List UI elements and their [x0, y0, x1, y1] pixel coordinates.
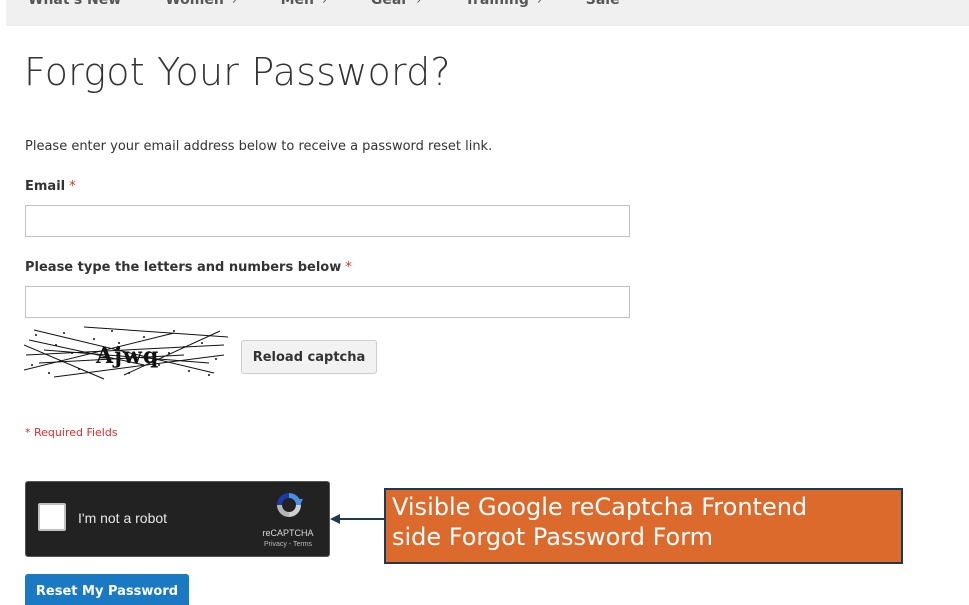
page-title: Forgot Your Password?	[24, 50, 451, 94]
recaptcha-privacy-link[interactable]: Privacy	[264, 541, 287, 548]
recaptcha-checkbox[interactable]	[38, 503, 66, 531]
chevron-right-icon: ›	[231, 0, 237, 7]
top-navigation: What's New Women › Men › Gear › Training › S…	[6, 0, 969, 26]
recaptcha-terms-link[interactable]: Terms	[293, 541, 312, 548]
captcha-label: Please type the letters and numbers belo…	[25, 260, 352, 275]
required-asterisk: *	[69, 179, 76, 194]
annotation-callout: Visible Google reCaptcha Frontend side F…	[384, 488, 903, 564]
chevron-right-icon: ›	[322, 0, 327, 7]
nav-item-gear[interactable]: Gear ›	[371, 0, 421, 10]
reset-password-button[interactable]: Reset My Password	[25, 574, 189, 605]
captcha-text: Ajwq	[95, 343, 159, 369]
callout-line-2: side Forgot Password Form	[392, 523, 714, 551]
intro-text: Please enter your email address below to…	[25, 139, 493, 154]
callout-arrow	[330, 514, 385, 524]
email-field[interactable]	[25, 205, 630, 237]
email-label: Email *	[25, 179, 76, 194]
chevron-right-icon: ›	[536, 0, 542, 7]
recaptcha-brand: reCAPTCHA	[262, 528, 314, 538]
reload-captcha-button[interactable]: Reload captcha	[241, 340, 377, 374]
nav-item-whats-new[interactable]: What's New	[28, 0, 121, 10]
callout-line-1: Visible Google reCaptcha Frontend	[392, 493, 808, 521]
nav-item-sale[interactable]: Sale	[586, 0, 620, 10]
nav-menu: What's New Women › Men › Gear › Training › S…	[28, 0, 664, 10]
recaptcha-label: I'm not a robot	[78, 510, 168, 526]
recaptcha-widget: I'm not a robot reCAPTCHA Privacy - Term…	[25, 481, 330, 557]
recaptcha-links: Privacy - Terms	[248, 541, 328, 548]
required-asterisk: *	[345, 260, 352, 275]
required-fields-note: * Required Fields	[25, 426, 118, 439]
recaptcha-logo-icon	[277, 493, 303, 517]
chevron-right-icon: ›	[416, 0, 421, 7]
nav-item-training[interactable]: Training ›	[465, 0, 542, 10]
captcha-image: Ajwq	[24, 325, 228, 380]
nav-item-men[interactable]: Men ›	[281, 0, 327, 10]
captcha-input[interactable]	[25, 286, 630, 318]
nav-item-women[interactable]: Women ›	[165, 0, 236, 10]
